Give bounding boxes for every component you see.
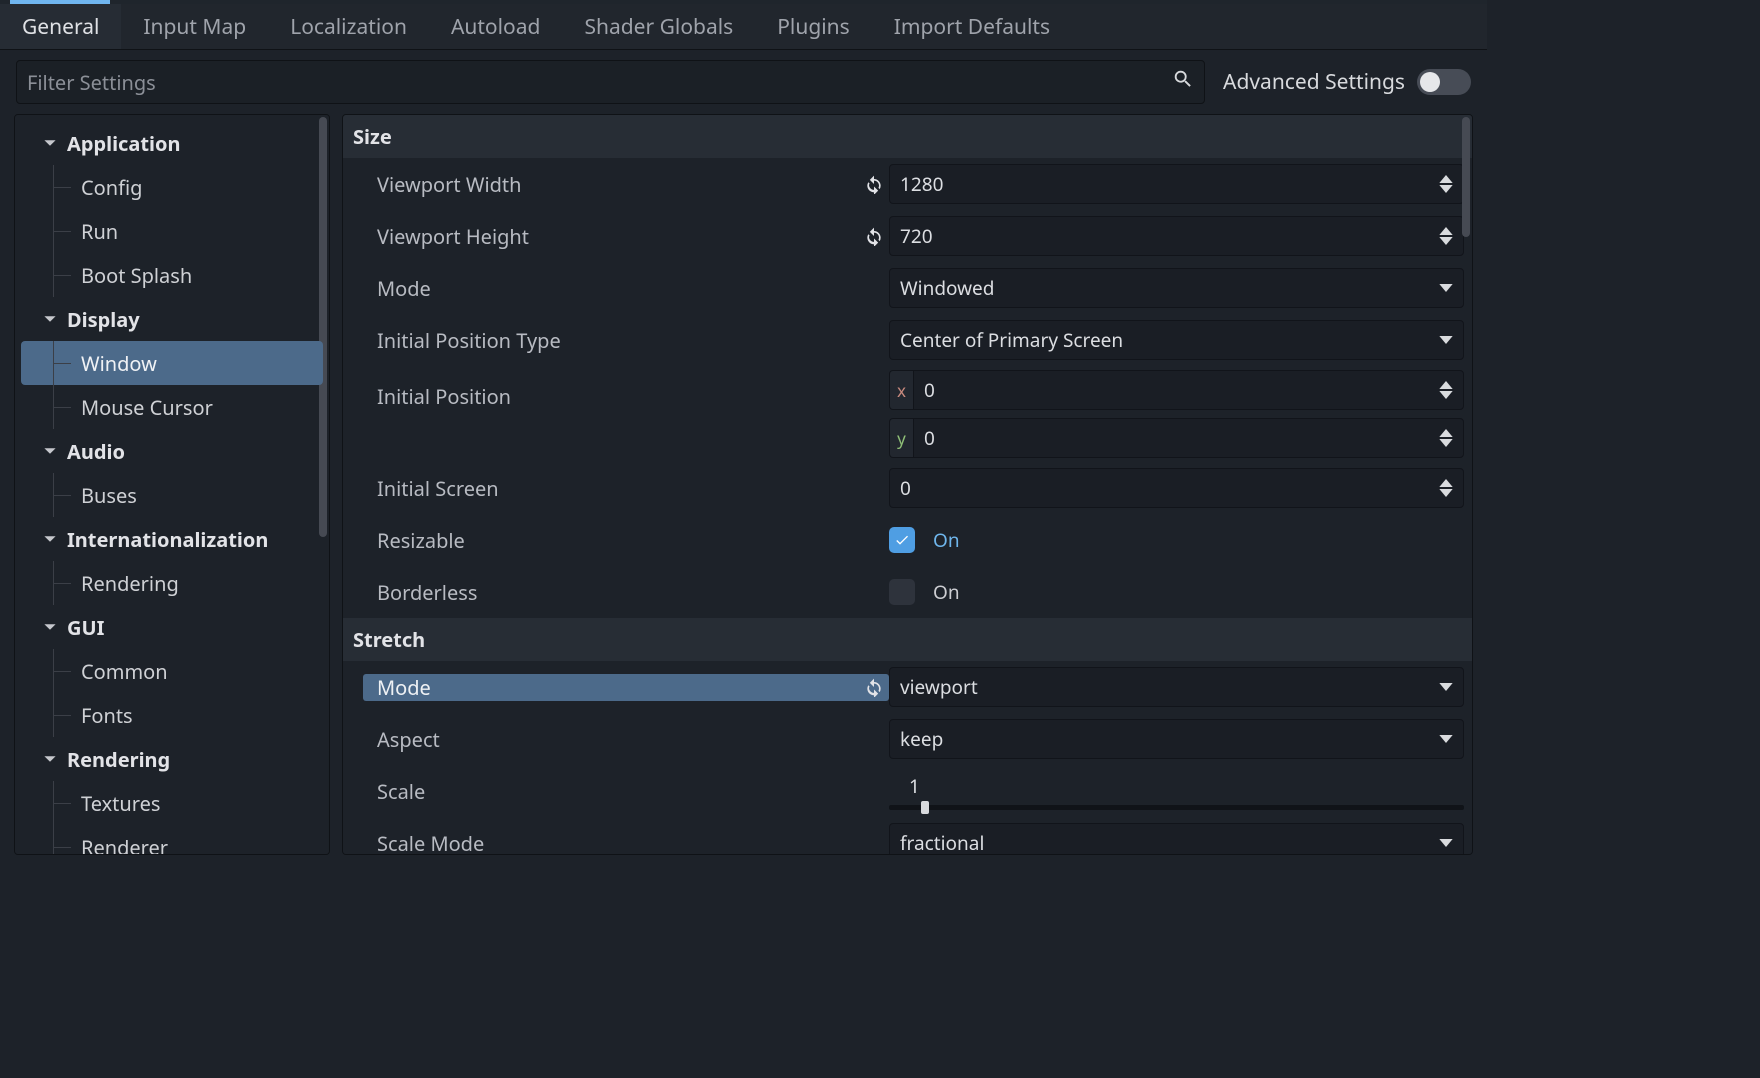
stretch-scale-mode-select[interactable]: fractional — [889, 823, 1464, 855]
prop-stretch-scale-mode: Scale Mode fractional — [343, 817, 1472, 855]
prop-label: Initial Position Type — [377, 327, 889, 354]
prop-stretch-scale: Scale 1 — [343, 765, 1472, 817]
section-header-size: Size — [343, 115, 1472, 158]
prop-initial-screen: Initial Screen 0 — [343, 462, 1472, 514]
chevron-down-icon — [43, 752, 57, 766]
prop-initial-position-type: Initial Position Type Center of Primary … — [343, 314, 1472, 366]
resizable-checkbox[interactable] — [889, 527, 915, 553]
spinner-icon[interactable] — [1439, 175, 1453, 193]
sidebar-cat-display[interactable]: Display — [21, 297, 323, 341]
sidebar-item-run[interactable]: Run — [21, 209, 323, 253]
chevron-down-icon — [43, 532, 57, 546]
initial-position-x-field[interactable]: 0 — [913, 370, 1464, 410]
borderless-checkbox[interactable] — [889, 579, 915, 605]
sidebar-item-config[interactable]: Config — [21, 165, 323, 209]
axis-y-label: y — [889, 418, 913, 458]
sidebar-item-boot-splash[interactable]: Boot Splash — [21, 253, 323, 297]
window-mode-select[interactable]: Windowed — [889, 268, 1464, 308]
sidebar-cat-application[interactable]: Application — [21, 121, 323, 165]
resizable-state-label: On — [933, 527, 960, 553]
prop-resizable: Resizable On — [343, 514, 1472, 566]
prop-label: Viewport Width — [377, 171, 859, 198]
reset-icon[interactable] — [859, 226, 889, 246]
chevron-down-icon — [1439, 839, 1453, 847]
sidebar-item-textures[interactable]: Textures — [21, 781, 323, 825]
prop-stretch-aspect: Aspect keep — [343, 713, 1472, 765]
chevron-down-icon — [1439, 735, 1453, 743]
sidebar-item-common[interactable]: Common — [21, 649, 323, 693]
sidebar-item-renderer[interactable]: Renderer — [21, 825, 323, 855]
prop-label: Scale Mode — [377, 830, 889, 856]
prop-label: Initial Position — [377, 383, 889, 410]
tab-localization[interactable]: Localization — [268, 4, 429, 49]
filter-settings-text[interactable] — [27, 69, 1172, 96]
chevron-down-icon — [1439, 284, 1453, 292]
reset-icon[interactable] — [859, 677, 889, 697]
prop-label: Mode — [377, 674, 859, 701]
prop-label: Viewport Height — [377, 223, 859, 250]
initial-position-y-field[interactable]: 0 — [913, 418, 1464, 458]
prop-label: Aspect — [377, 726, 889, 753]
stretch-aspect-select[interactable]: keep — [889, 719, 1464, 759]
spinner-icon[interactable] — [1439, 479, 1453, 497]
viewport-width-field[interactable]: 1280 — [889, 164, 1464, 204]
chevron-down-icon — [1439, 336, 1453, 344]
initial-position-type-select[interactable]: Center of Primary Screen — [889, 320, 1464, 360]
stretch-mode-select[interactable]: viewport — [889, 667, 1464, 707]
tabbar: General Input Map Localization Autoload … — [0, 4, 1487, 50]
advanced-settings-toggle[interactable] — [1417, 69, 1471, 95]
prop-label: Resizable — [377, 527, 889, 554]
prop-label: Scale — [377, 778, 889, 805]
sidebar-cat-rendering[interactable]: Rendering — [21, 737, 323, 781]
tab-import-defaults[interactable]: Import Defaults — [872, 4, 1072, 49]
prop-borderless: Borderless On — [343, 566, 1472, 618]
axis-x-label: x — [889, 370, 913, 410]
sidebar-item-mouse-cursor[interactable]: Mouse Cursor — [21, 385, 323, 429]
reset-icon[interactable] — [859, 174, 889, 194]
sidebar-cat-audio[interactable]: Audio — [21, 429, 323, 473]
chevron-down-icon — [43, 136, 57, 150]
prop-label: Borderless — [377, 579, 889, 606]
tab-autoload[interactable]: Autoload — [429, 4, 563, 49]
sidebar-item-intl-rendering[interactable]: Rendering — [21, 561, 323, 605]
tab-input-map[interactable]: Input Map — [121, 4, 268, 49]
spinner-icon[interactable] — [1439, 429, 1453, 447]
prop-stretch-mode: Mode viewport — [343, 661, 1472, 713]
prop-viewport-width: Viewport Width 1280 — [343, 158, 1472, 210]
tab-general[interactable]: General — [0, 4, 121, 49]
sidebar-item-window[interactable]: Window — [21, 341, 323, 385]
content-scrollbar[interactable] — [1462, 117, 1470, 237]
chevron-down-icon — [1439, 683, 1453, 691]
chevron-down-icon — [43, 444, 57, 458]
prop-viewport-height: Viewport Height 720 — [343, 210, 1472, 262]
advanced-settings-label: Advanced Settings — [1223, 68, 1405, 96]
borderless-state-label: On — [933, 579, 960, 605]
sidebar-item-buses[interactable]: Buses — [21, 473, 323, 517]
section-header-stretch: Stretch — [343, 618, 1472, 661]
tab-plugins[interactable]: Plugins — [755, 4, 871, 49]
chevron-down-icon — [43, 620, 57, 634]
prop-label: Mode — [377, 275, 889, 302]
initial-screen-field[interactable]: 0 — [889, 468, 1464, 508]
viewport-height-field[interactable]: 720 — [889, 216, 1464, 256]
sidebar-cat-gui[interactable]: GUI — [21, 605, 323, 649]
prop-label: Initial Screen — [377, 475, 889, 502]
spinner-icon[interactable] — [1439, 227, 1453, 245]
stretch-scale-slider[interactable]: 1 — [889, 773, 1464, 810]
filter-settings-input[interactable] — [16, 60, 1205, 104]
spinner-icon[interactable] — [1439, 381, 1453, 399]
filter-bar: Advanced Settings — [0, 50, 1487, 114]
search-icon[interactable] — [1172, 68, 1194, 96]
prop-initial-position: Initial Position x 0 y 0 — [343, 366, 1472, 462]
settings-content: Size Viewport Width 1280 Viewport Height… — [342, 114, 1473, 855]
prop-window-mode: Mode Windowed — [343, 262, 1472, 314]
tab-shader-globals[interactable]: Shader Globals — [562, 4, 755, 49]
chevron-down-icon — [43, 312, 57, 326]
settings-sidebar: Application Config Run Boot Splash Displ… — [14, 114, 330, 855]
sidebar-item-fonts[interactable]: Fonts — [21, 693, 323, 737]
sidebar-cat-internationalization[interactable]: Internationalization — [21, 517, 323, 561]
